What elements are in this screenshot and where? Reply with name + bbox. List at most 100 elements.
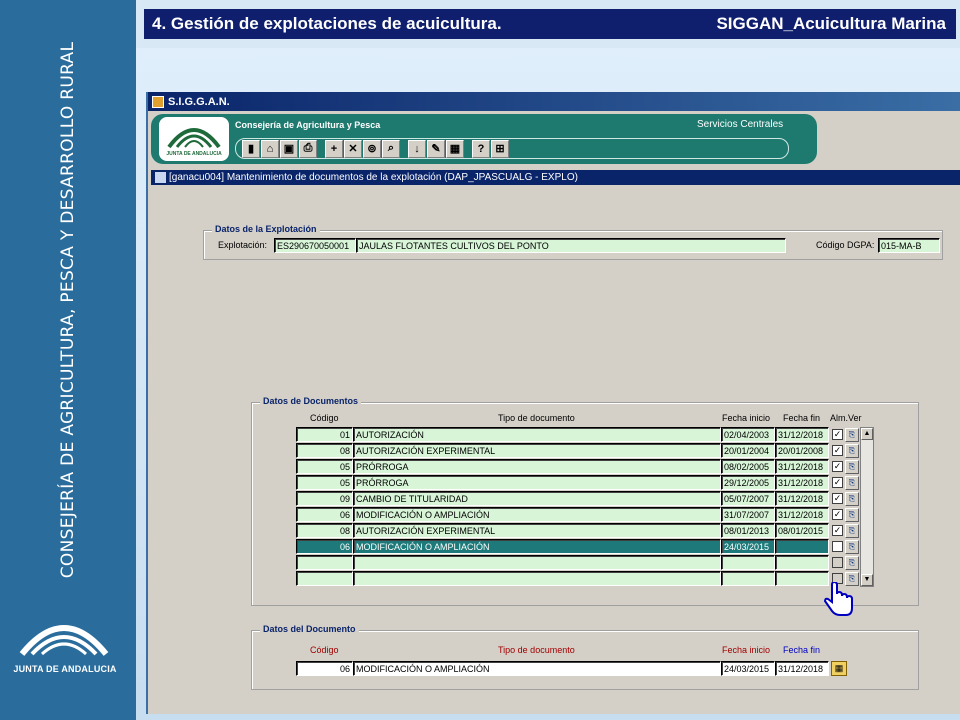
insert-button[interactable]: + xyxy=(325,139,343,158)
explotacion-label: Explotación: xyxy=(218,240,268,250)
row-fin-cell[interactable]: 31/12/2018 xyxy=(775,475,829,490)
row-codigo-cell[interactable]: 08 xyxy=(296,523,353,538)
row-inicio-cell[interactable]: 08/01/2013 xyxy=(721,523,775,538)
row-inicio-cell[interactable]: 05/07/2007 xyxy=(721,491,775,506)
doc-fin-field[interactable]: 31/12/2018 xyxy=(775,661,829,676)
doc-fin-header: Fecha fin xyxy=(783,645,821,655)
row-codigo-cell[interactable]: 08 xyxy=(296,443,353,458)
row-codigo-cell[interactable]: 05 xyxy=(296,459,353,474)
row-tipo-cell[interactable]: PRÓRROGA xyxy=(353,459,721,474)
scroll-up-button[interactable]: ▲ xyxy=(861,428,873,440)
consejeria-vertical-title: CONSEJERÍA DE AGRICULTURA, PESCA Y DESAR… xyxy=(58,41,78,579)
ver-document-button[interactable]: ⎘ xyxy=(845,556,859,570)
row-tipo-cell[interactable] xyxy=(353,555,721,570)
open-folder-button[interactable]: ⌂ xyxy=(261,139,279,158)
ver-document-button[interactable]: ⎘ xyxy=(845,444,859,458)
row-inicio-cell[interactable] xyxy=(721,571,775,586)
calendar-button[interactable]: ▦ xyxy=(446,139,464,158)
row-inicio-cell[interactable]: 29/12/2005 xyxy=(721,475,775,490)
row-codigo-cell[interactable]: 05 xyxy=(296,475,353,490)
documento-legend: Datos del Documento xyxy=(260,624,359,634)
system-name: SIGGAN_Acuicultura Marina xyxy=(716,14,946,33)
ver-document-button[interactable]: ⎘ xyxy=(845,428,859,442)
download-button[interactable]: ↓ xyxy=(408,139,426,158)
banner-logo: JUNTA DE ANDALUCIA xyxy=(159,117,229,161)
documento-group: Datos del Documento Código Tipo de docum… xyxy=(251,624,919,690)
row-fin-cell[interactable]: 20/01/2008 xyxy=(775,443,829,458)
search-button[interactable]: ⊚ xyxy=(363,139,381,158)
doc-tipo-field[interactable]: MODIFICACIÓN O AMPLIACIÓN xyxy=(353,661,721,676)
explotacion-group: Datos de la Explotación Explotación: ES2… xyxy=(203,224,943,260)
almacenado-checkbox[interactable]: ✓ xyxy=(832,525,843,536)
row-fin-cell[interactable]: 31/12/2018 xyxy=(775,507,829,522)
row-tipo-cell[interactable]: AUTORIZACIÓN EXPERIMENTAL xyxy=(353,523,721,538)
row-codigo-cell[interactable] xyxy=(296,571,353,586)
save-button[interactable]: ▣ xyxy=(280,139,298,158)
calendar-button[interactable]: ▦ xyxy=(831,661,847,676)
row-codigo-cell[interactable]: 01 xyxy=(296,427,353,442)
doc-inicio-header: Fecha inicio xyxy=(722,645,771,655)
row-fin-cell[interactable]: 31/12/2018 xyxy=(775,427,829,442)
row-inicio-cell[interactable]: 31/07/2007 xyxy=(721,507,775,522)
row-inicio-cell[interactable]: 20/01/2004 xyxy=(721,443,775,458)
dgpa-label: Código DGPA: xyxy=(816,240,875,250)
row-codigo-cell[interactable] xyxy=(296,555,353,570)
row-codigo-cell[interactable]: 09 xyxy=(296,491,353,506)
row-inicio-cell[interactable] xyxy=(721,555,775,570)
edit-button[interactable]: ✎ xyxy=(427,139,445,158)
almacenado-checkbox[interactable]: ✓ xyxy=(832,461,843,472)
almacenado-checkbox[interactable]: ✓ xyxy=(832,477,843,488)
row-tipo-cell[interactable]: CAMBIO DE TITULARIDAD xyxy=(353,491,721,506)
row-fin-cell[interactable] xyxy=(775,555,829,570)
row-tipo-cell[interactable]: AUTORIZACIÓN xyxy=(353,427,721,442)
almacenado-checkbox[interactable]: ✓ xyxy=(832,493,843,504)
row-fin-cell[interactable] xyxy=(775,539,829,554)
almacenado-checkbox[interactable]: ✓ xyxy=(832,429,843,440)
dgpa-field[interactable]: 015-MA-B xyxy=(878,238,940,253)
form-title: [ganacu004] Mantenimiento de documentos … xyxy=(169,172,578,183)
side-band: CONSEJERÍA DE AGRICULTURA, PESCA Y DESAR… xyxy=(0,0,136,720)
explotacion-code-field[interactable]: ES290670050001 xyxy=(274,238,356,253)
explotacion-name-field[interactable]: JAULAS FLOTANTES CULTIVOS DEL PONTO xyxy=(356,238,786,253)
app-title: S.I.G.G.A.N. xyxy=(168,95,230,108)
doc-codigo-field[interactable]: 06 xyxy=(296,661,353,676)
junta-andalucia-label: JUNTA DE ANDALUCIA xyxy=(13,664,117,674)
row-tipo-cell[interactable]: MODIFICACIÓN O AMPLIACIÓN xyxy=(353,539,721,554)
exit-button[interactable]: ▮ xyxy=(242,139,260,158)
ver-document-button[interactable]: ⎘ xyxy=(845,476,859,490)
row-inicio-cell[interactable]: 08/02/2005 xyxy=(721,459,775,474)
scroll-down-button[interactable]: ▼ xyxy=(861,574,873,586)
row-fin-cell[interactable]: 08/01/2015 xyxy=(775,523,829,538)
form-area: Datos de la Explotación Explotación: ES2… xyxy=(151,188,960,712)
ver-document-button[interactable]: ⎘ xyxy=(845,508,859,522)
almacenado-checkbox[interactable]: ✓ xyxy=(832,445,843,456)
servicios-label: Servicios Centrales xyxy=(697,119,784,130)
almacenado-checkbox[interactable] xyxy=(832,541,843,552)
print-button[interactable]: ⎙ xyxy=(299,139,317,158)
almacenado-checkbox[interactable]: ✓ xyxy=(832,509,843,520)
row-tipo-cell[interactable]: AUTORIZACIÓN EXPERIMENTAL xyxy=(353,443,721,458)
row-inicio-cell[interactable]: 24/03/2015 xyxy=(721,539,775,554)
row-tipo-cell[interactable]: PRÓRROGA xyxy=(353,475,721,490)
ver-document-button[interactable]: ⎘ xyxy=(845,460,859,474)
row-codigo-cell[interactable]: 06 xyxy=(296,507,353,522)
junta-andalucia-logo-icon xyxy=(19,625,109,656)
delete-button[interactable]: ✕ xyxy=(344,139,362,158)
documentos-scrollbar[interactable]: ▲ ▼ xyxy=(860,427,874,587)
row-fin-cell[interactable]: 31/12/2018 xyxy=(775,459,829,474)
row-codigo-cell[interactable]: 06 xyxy=(296,539,353,554)
ver-document-button[interactable]: ⎘ xyxy=(845,492,859,506)
doc-inicio-field[interactable]: 24/03/2015 xyxy=(721,661,775,676)
row-tipo-cell[interactable] xyxy=(353,571,721,586)
tree-button[interactable]: ⊞ xyxy=(491,139,509,158)
banner: JUNTA DE ANDALUCIA Consejería de Agricul… xyxy=(151,114,817,164)
query-button[interactable]: ⌕ xyxy=(382,139,400,158)
almacenado-checkbox[interactable] xyxy=(832,557,843,568)
ver-document-button[interactable]: ⎘ xyxy=(845,540,859,554)
row-fin-cell[interactable]: 31/12/2018 xyxy=(775,491,829,506)
slide-header: 4. Gestión de explotaciones de acuicultu… xyxy=(144,9,956,39)
row-tipo-cell[interactable]: MODIFICACIÓN O AMPLIACIÓN xyxy=(353,507,721,522)
ver-document-button[interactable]: ⎘ xyxy=(845,524,859,538)
row-inicio-cell[interactable]: 02/04/2003 xyxy=(721,427,775,442)
help-button[interactable]: ? xyxy=(472,139,490,158)
